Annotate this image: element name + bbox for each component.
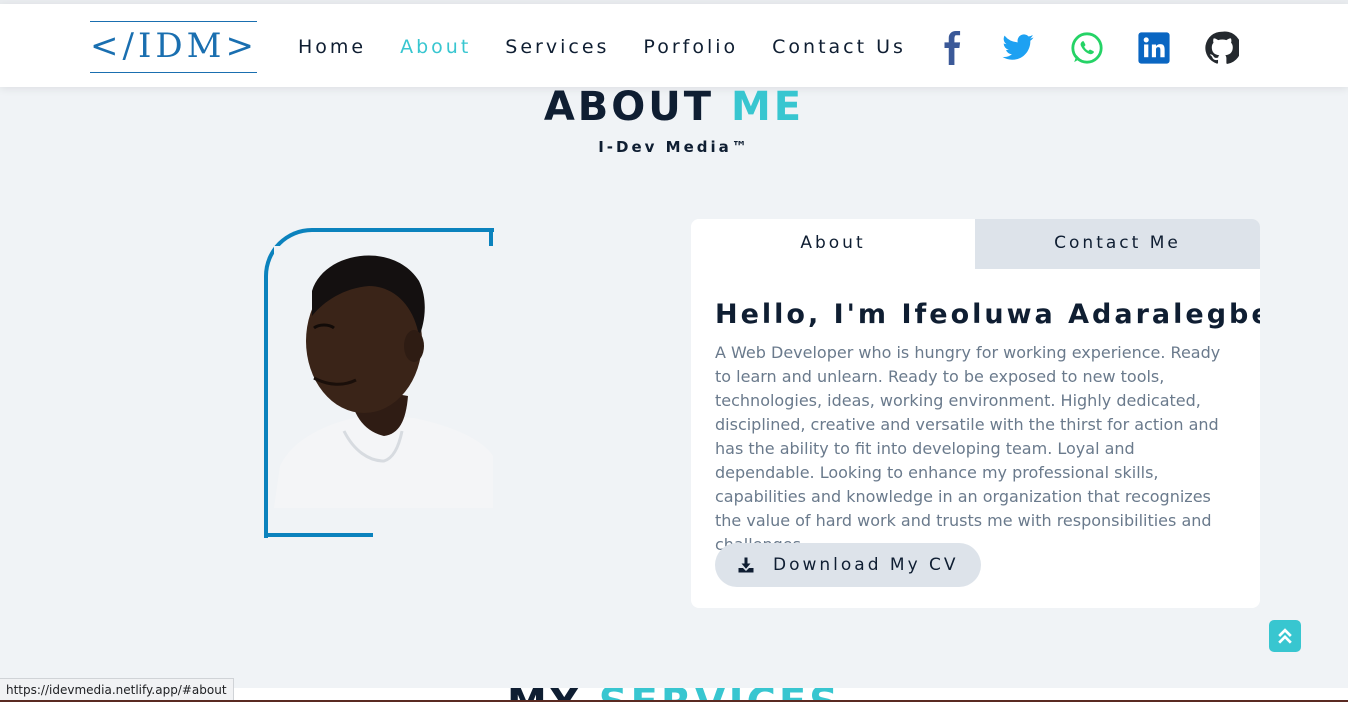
browser-status-url: https://idevmedia.netlify.app/#about [0,678,234,702]
profile-photo [274,246,493,508]
download-icon [738,557,754,573]
site-logo[interactable]: </IDM> [90,21,257,73]
about-title-accent: ME [731,84,805,130]
nav-about[interactable]: About [400,34,471,60]
facebook-icon[interactable] [935,30,971,66]
about-title-main: ABOUT [543,84,715,130]
linkedin-icon[interactable] [1136,30,1172,66]
double-chevron-up-icon [1278,628,1292,644]
main-nav: Home About Services Porfolio Contact Us [298,34,940,60]
tab-about[interactable]: About [691,219,975,269]
site-header: </IDM> Home About Services Porfolio Cont… [0,4,1348,87]
about-section-title: ABOUT ME [0,84,1348,130]
download-cv-button[interactable]: Download My CV [715,543,981,587]
nav-contact-us[interactable]: Contact Us [772,34,906,60]
github-icon[interactable] [1204,30,1240,66]
download-cv-label: Download My CV [773,555,959,575]
whatsapp-icon[interactable] [1069,30,1105,66]
tab-contact-me[interactable]: Contact Me [975,219,1260,269]
twitter-icon[interactable] [1000,30,1036,66]
about-subtitle: I-Dev Media™ [598,138,750,156]
nav-portfolio[interactable]: Porfolio [643,34,738,60]
nav-services[interactable]: Services [505,34,609,60]
about-card: About Contact Me Hello, I'm Ifeoluwa Ada… [691,219,1260,608]
nav-home[interactable]: Home [298,34,366,60]
greeting-heading: Hello, I'm Ifeoluwa Adaralegbe [715,299,1260,330]
bio-text: A Web Developer who is hungry for workin… [715,343,1221,554]
scroll-to-top-button[interactable] [1269,620,1301,652]
photo-frame-bottom-bar [264,533,373,537]
